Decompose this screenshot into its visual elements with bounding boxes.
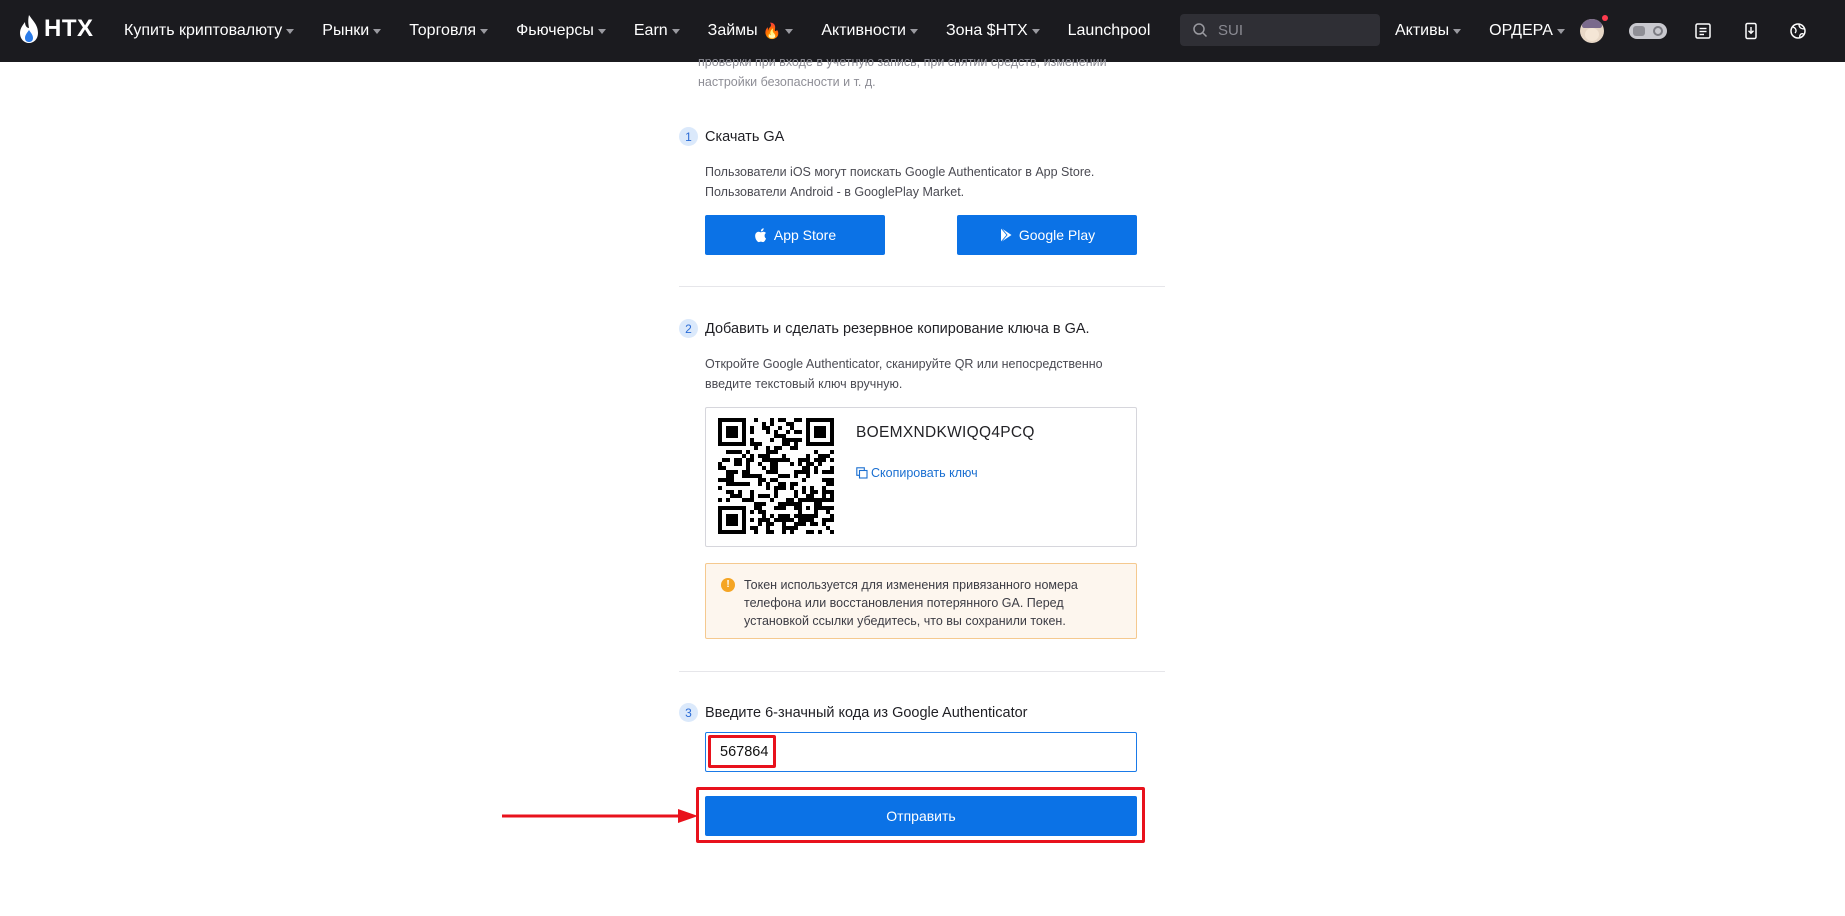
nav-item[interactable]: Рынки — [322, 22, 382, 40]
divider — [679, 286, 1165, 287]
play-icon — [1000, 227, 1012, 243]
nav-item[interactable]: Активности — [821, 22, 918, 40]
chevron-down-icon — [286, 28, 295, 34]
nav-item-label: Фьючерсы — [516, 22, 594, 39]
nav-item-label: Зона $HTX — [945, 22, 1028, 39]
ga-code-input[interactable] — [720, 744, 1100, 760]
code-highlight-box — [708, 735, 776, 768]
desc-line: Откройте Google Authenticator, сканируйт… — [705, 357, 1103, 371]
desc-line: Пользователи iOS могут поискать Google A… — [705, 165, 1095, 179]
chevron-down-icon — [785, 28, 794, 34]
step-3-header: 3 Введите 6-значный кода из Google Authe… — [679, 703, 1028, 722]
warning-icon: ! — [721, 578, 735, 592]
notification-dot — [1602, 15, 1608, 21]
nav-item-label: Займы — [707, 22, 758, 39]
search-input[interactable] — [1218, 21, 1368, 39]
step-1-description: Пользователи iOS могут поискать Google A… — [705, 162, 1094, 202]
chevron-down-icon — [597, 28, 606, 34]
nav-item-label: Launchpool — [1067, 22, 1151, 39]
theme-toggle[interactable] — [1628, 18, 1668, 44]
htx-logo[interactable]: HTX — [18, 14, 94, 44]
avatar — [1580, 19, 1604, 43]
desc-line: введите текстовый ключ вручную. — [705, 377, 903, 391]
step-number: 1 — [679, 127, 698, 146]
user-avatar-button[interactable] — [1579, 15, 1608, 44]
step-1-header: 1 Скачать GA — [679, 127, 784, 146]
nav-assets[interactable]: Активы — [1395, 22, 1462, 40]
qr-key-box: BOEMXNDKWIQQ4PCQ Скопировать ключ — [705, 407, 1137, 547]
search-box[interactable] — [1180, 14, 1380, 46]
chevron-down-icon — [1031, 28, 1040, 34]
download-app-button[interactable] — [1738, 18, 1764, 44]
step-title: Добавить и сделать резервное копирование… — [705, 320, 1090, 337]
nav-item-label: Активности — [821, 22, 906, 39]
htx-flame-icon — [20, 15, 38, 43]
toggle-icon — [1629, 23, 1667, 39]
qr-code-image — [718, 418, 834, 534]
chevron-down-icon — [1453, 28, 1462, 34]
step-title: Введите 6-значный кода из Google Authent… — [705, 704, 1028, 721]
chevron-down-icon — [671, 28, 680, 34]
secret-key-text: BOEMXNDKWIQQ4PCQ — [856, 424, 1035, 441]
nav-item[interactable]: Earn — [634, 22, 680, 40]
nav-item[interactable]: Зона $HTX — [946, 22, 1040, 40]
logo-text: HTX — [44, 15, 94, 42]
app-store-button[interactable]: App Store — [705, 215, 885, 255]
nav-assets-label: Активы — [1395, 22, 1450, 39]
google-play-label: Google Play — [1018, 227, 1096, 243]
chevron-down-icon — [373, 28, 382, 34]
nav-item[interactable]: Фьючерсы — [516, 22, 606, 40]
nav-item-label: Earn — [633, 22, 668, 39]
right-nav: Активы ОРДЕРА — [1395, 0, 1593, 62]
search-icon — [1193, 23, 1208, 38]
chevron-down-icon — [480, 28, 489, 34]
nav-item-label: Торговля — [409, 22, 477, 39]
chevron-down-icon — [1556, 28, 1565, 34]
google-play-button[interactable]: Google Play — [957, 215, 1137, 255]
nav-item[interactable]: Торговля — [409, 22, 489, 40]
copy-key-label: Скопировать ключ — [871, 466, 978, 480]
chevron-down-icon — [909, 28, 918, 34]
document-list-icon — [1695, 23, 1711, 39]
nav-item[interactable]: Купить криптовалюту — [124, 22, 295, 40]
desc-line: Пользователи Android - в GooglePlay Mark… — [705, 185, 965, 199]
copy-key-link[interactable]: Скопировать ключ — [856, 466, 978, 480]
step-number: 2 — [679, 319, 698, 338]
nav-item-label: Рынки — [322, 22, 370, 39]
app-store-label: App Store — [773, 227, 837, 243]
phone-download-icon — [1745, 22, 1757, 40]
language-button[interactable] — [1785, 18, 1811, 44]
pointer-arrow-icon — [502, 809, 698, 823]
submit-highlight-box — [696, 787, 1145, 843]
nav-orders-label: ОРДЕРА — [1489, 22, 1553, 39]
nav-item[interactable]: Launchpool — [1068, 22, 1151, 40]
step-number: 3 — [679, 703, 698, 722]
step-2-header: 2 Добавить и сделать резервное копирован… — [679, 319, 1090, 338]
globe-icon — [1790, 23, 1806, 39]
intro-text: проверки при входе в учетную запись, при… — [698, 55, 1107, 89]
apple-icon — [754, 228, 766, 243]
step-title: Скачать GA — [705, 128, 785, 145]
fire-icon: 🔥 — [762, 23, 782, 40]
messages-button[interactable] — [1690, 18, 1716, 44]
nav-item-label: Купить криптовалюту — [124, 22, 283, 39]
nav-orders[interactable]: ОРДЕРА — [1489, 22, 1565, 40]
warning-text: Токен используется для изменения привяза… — [744, 578, 1078, 628]
step-2-description: Откройте Google Authenticator, сканируйт… — [705, 354, 1103, 394]
nav-item[interactable]: Займы 🔥 — [708, 22, 794, 40]
divider — [679, 671, 1165, 672]
copy-icon — [856, 467, 868, 479]
token-warning: ! Токен используется для изменения привя… — [705, 563, 1137, 639]
